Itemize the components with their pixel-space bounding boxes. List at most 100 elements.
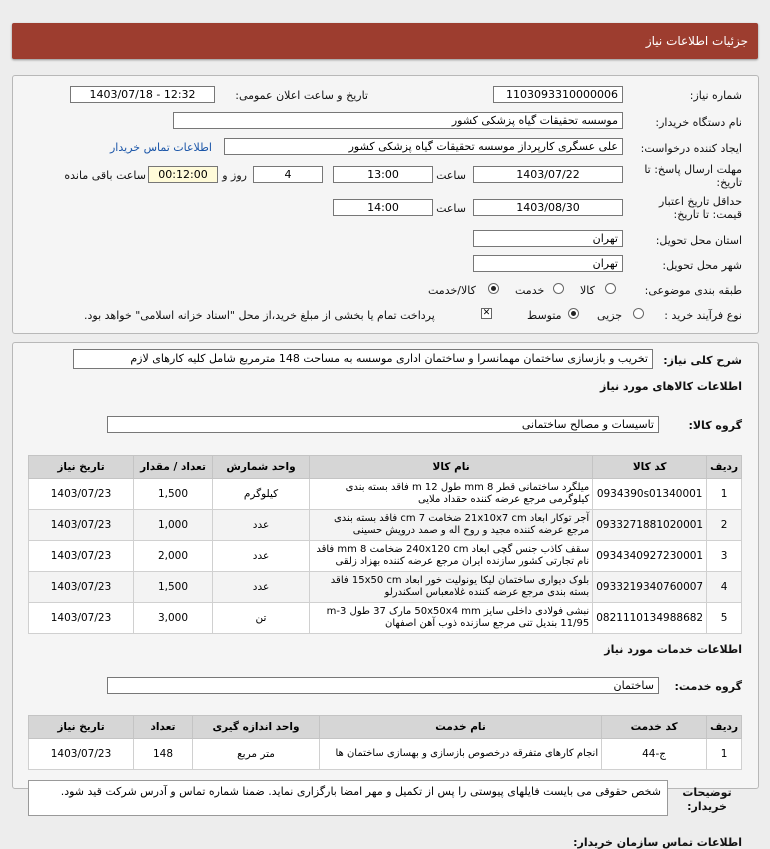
goods-row: 4 0933219340760007 بلوک دیواری ساختمان لیک… xyxy=(28,571,742,603)
goods-cell-row-number: 3 xyxy=(706,540,742,572)
need-number-field: 1103093310000006 xyxy=(493,86,623,103)
services-col-row: ردیف xyxy=(706,715,742,739)
services-group-label: گروه خدمت: xyxy=(674,680,742,693)
goods-cell-row-number: 2 xyxy=(706,509,742,541)
creator-field: علی عسگری کارپرداز موسسه تحقیقات گیاه پز… xyxy=(224,138,623,155)
need-number-label: شماره نیاز: xyxy=(689,89,742,102)
goods-cell-row-number: 5 xyxy=(706,602,742,634)
deadline-label: مهلت ارسال پاسخ: تا تاریخ: xyxy=(644,163,742,189)
category-radio-service[interactable] xyxy=(553,283,564,297)
city-field: تهران xyxy=(473,255,623,272)
goods-cell-row-number: 4 xyxy=(706,571,742,603)
goods-cell-unit: تن xyxy=(212,602,310,634)
category-option-goods-service: کالا/خدمت xyxy=(428,284,476,297)
goods-cell-need-date: 1403/07/23 xyxy=(28,602,134,634)
page-header: جزئیات اطلاعات نیاز xyxy=(12,23,758,59)
goods-cell-quantity: 3,000 xyxy=(133,602,213,634)
process-radio-minor[interactable] xyxy=(633,308,644,322)
services-group-field: ساختمان xyxy=(107,677,659,694)
category-option-service: خدمت xyxy=(515,284,545,297)
goods-section-title: اطلاعات کالاهای مورد نیاز xyxy=(600,380,742,393)
goods-cell-code: 0821110134988682 xyxy=(592,602,708,634)
remaining-time-field: 00:12:00 xyxy=(148,166,218,183)
price-validity-label: حداقل تاریخ اعتبار قیمت: تا تاریخ: xyxy=(658,195,742,221)
services-col-unit: واحد اندازه گیری xyxy=(192,715,320,739)
announce-datetime-field: 1403/07/18 - 12:32 xyxy=(70,86,215,103)
validity-time-label: ساعت xyxy=(436,202,466,215)
deadline-time-label: ساعت xyxy=(436,169,466,182)
announce-label: تاریخ و ساعت اعلان عمومی: xyxy=(235,89,368,102)
description-label: شرح کلی نیاز: xyxy=(663,354,742,367)
days-label: روز و xyxy=(222,169,247,182)
category-label: طبقه بندی موضوعی: xyxy=(644,284,742,297)
process-radio-medium[interactable] xyxy=(568,308,579,322)
goods-table-header: ردیف کد کالا نام کالا واحد شمارش تعداد /… xyxy=(28,455,742,479)
buyer-notes-field: شخص حقوقی می بایست فایلهای پیوستی را پس … xyxy=(28,780,668,816)
services-cell-need-date: 1403/07/23 xyxy=(28,738,134,770)
services-row: 1 ج-44 انجام کارهای متفرقه درخصوص بازسازی … xyxy=(28,738,742,770)
services-col-date: تاریخ نیاز xyxy=(28,715,134,739)
deadline-date-field: 1403/07/22 xyxy=(473,166,623,183)
goods-row: 5 0821110134988682 نبشی فولادی داخلی سایز … xyxy=(28,602,742,634)
description-field: تخریب و بازسازی ساختمان مهمانسرا و ساختم… xyxy=(73,349,653,369)
goods-cell-unit: کیلوگرم xyxy=(212,478,310,510)
goods-cell-quantity: 1,000 xyxy=(133,509,213,541)
remaining-time-label: ساعت باقی مانده xyxy=(64,169,146,182)
goods-cell-row-number: 1 xyxy=(706,478,742,510)
goods-row: 3 0934340927230001 سقف کاذب جنس گچی ابعاد … xyxy=(28,540,742,572)
goods-col-row: ردیف xyxy=(706,455,742,479)
process-type-label: نوع فرآیند خرید : xyxy=(664,309,742,322)
buyer-contact-section-title: اطلاعات تماس سازمان خریدار: xyxy=(573,836,742,849)
goods-cell-quantity: 1,500 xyxy=(133,571,213,603)
category-option-goods: کالا xyxy=(580,284,595,297)
buyer-contact-link[interactable]: اطلاعات تماس خریدار xyxy=(110,141,212,154)
services-col-code: کد خدمت xyxy=(601,715,708,739)
services-cell-quantity: 148 xyxy=(133,738,193,770)
goods-group-label: گروه کالا: xyxy=(688,419,742,432)
province-field: تهران xyxy=(473,230,623,247)
announce-datetime-value: 1403/07/18 - 12:32 xyxy=(89,88,196,101)
services-col-qty: تعداد xyxy=(133,715,193,739)
services-table-header: ردیف کد خدمت نام خدمت واحد اندازه گیری ت… xyxy=(28,715,742,739)
goods-cell-code: 0934340927230001 xyxy=(592,540,708,572)
services-cell-row-number: 1 xyxy=(706,738,742,770)
deadline-time-field: 13:00 xyxy=(333,166,433,183)
services-cell-code: ج-44 xyxy=(601,738,708,770)
validity-time-field: 14:00 xyxy=(333,199,433,216)
goods-cell-unit: عدد xyxy=(212,509,310,541)
province-label: استان محل تحویل: xyxy=(655,234,742,247)
goods-cell-code: 0933219340760007 xyxy=(592,571,708,603)
services-table: ردیف کد خدمت نام خدمت واحد اندازه گیری ت… xyxy=(28,715,742,770)
services-cell-unit: متر مربع xyxy=(192,738,320,770)
treasury-payment-checkbox[interactable]: ✕ xyxy=(481,308,492,319)
page-title: جزئیات اطلاعات نیاز xyxy=(645,34,748,48)
buyer-notes-label: توضیحات خریدار: xyxy=(682,786,732,813)
goods-cell-quantity: 2,000 xyxy=(133,540,213,572)
services-section-title: اطلاعات خدمات مورد نیاز xyxy=(604,643,742,656)
goods-table: ردیف کد کالا نام کالا واحد شمارش تعداد /… xyxy=(28,455,742,634)
goods-cell-name: نبشی فولادی داخلی سایز 50x50x4 mm مارک 3… xyxy=(308,602,594,634)
buyer-label: نام دستگاه خریدار: xyxy=(655,116,742,129)
goods-cell-need-date: 1403/07/23 xyxy=(28,571,134,603)
goods-col-unit: واحد شمارش xyxy=(212,455,310,479)
goods-cell-name: میلگرد ساختمانی قطر mm 8 طول m 12 فاقد ب… xyxy=(308,478,594,510)
services-col-name: نام خدمت xyxy=(318,715,603,739)
goods-col-qty: تعداد / مقدار xyxy=(133,455,213,479)
goods-cell-need-date: 1403/07/23 xyxy=(28,540,134,572)
goods-cell-name: بلوک دیواری ساختمان لیکا یونولیت خور ابع… xyxy=(308,571,594,603)
category-radio-goods[interactable] xyxy=(605,283,616,297)
goods-col-code: کد کالا xyxy=(592,455,708,479)
process-option-medium: متوسط xyxy=(527,309,562,322)
goods-cell-code: 0933271881020001 xyxy=(592,509,708,541)
goods-cell-unit: عدد xyxy=(212,571,310,603)
goods-cell-need-date: 1403/07/23 xyxy=(28,478,134,510)
goods-cell-name: آجر توکار ابعاد 21x10x7 cm ضخامت cm 7 فا… xyxy=(308,509,594,541)
category-radio-goods-service[interactable] xyxy=(488,283,499,297)
goods-cell-unit: عدد xyxy=(212,540,310,572)
goods-cell-code: 0934390s01340001 xyxy=(592,478,708,510)
goods-col-date: تاریخ نیاز xyxy=(28,455,134,479)
goods-cell-need-date: 1403/07/23 xyxy=(28,509,134,541)
goods-col-name: نام کالا xyxy=(308,455,594,479)
days-field: 4 xyxy=(253,166,323,183)
buyer-field: موسسه تحقیقات گیاه پزشکی کشور xyxy=(173,112,623,129)
